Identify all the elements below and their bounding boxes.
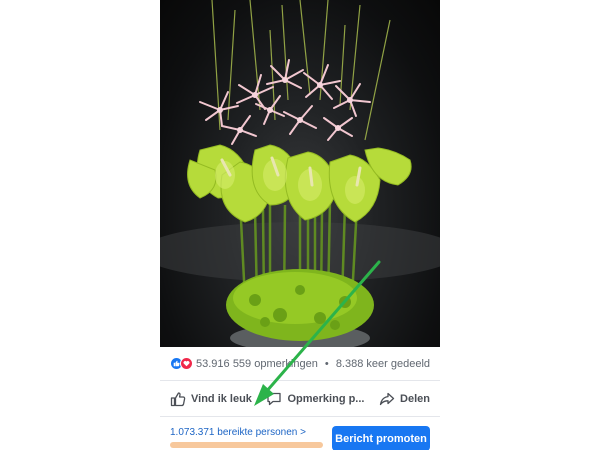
- share-arrow-icon: [379, 392, 395, 405]
- facebook-post: 53.916 559 opmerkingen • 8.388 keer gede…: [160, 0, 440, 450]
- comments-count[interactable]: 559 opmerkingen: [233, 358, 318, 370]
- reach-label: 1.073.371 bereikte personen: [170, 427, 298, 438]
- flower-arrangement-image: [160, 0, 440, 347]
- separator-dot: •: [324, 357, 329, 370]
- like-button[interactable]: Vind ik leuk: [170, 391, 252, 407]
- promote-post-button[interactable]: Bericht promoten: [332, 426, 430, 450]
- post-action-bar: Vind ik leuk Opmerking p... Delen: [160, 381, 440, 417]
- love-icon: [180, 357, 193, 370]
- share-button[interactable]: Delen: [379, 391, 430, 407]
- comment-button-label: Opmerking p...: [287, 392, 365, 405]
- post-photo-anthurium-nerine-arrangement[interactable]: [160, 0, 440, 347]
- share-button-label: Delen: [400, 392, 430, 405]
- reaction-count[interactable]: 53.916: [196, 358, 230, 370]
- post-stats-row: 53.916 559 opmerkingen • 8.388 keer gede…: [160, 347, 440, 381]
- reach-link[interactable]: 1.073.371 bereikte personen >: [170, 427, 306, 438]
- promote-row: 1.073.371 bereikte personen > Bericht pr…: [160, 417, 440, 450]
- shares-count[interactable]: 8.388 keer gedeeld: [336, 358, 430, 370]
- reach-progress-bar: [170, 442, 323, 448]
- thumbs-up-icon: [170, 391, 186, 406]
- like-button-label: Vind ik leuk: [191, 392, 252, 405]
- comment-bubble-icon: [267, 392, 282, 405]
- chevron-right-icon: >: [300, 427, 306, 438]
- comment-button[interactable]: Opmerking p...: [266, 391, 364, 407]
- reaction-icons[interactable]: [170, 357, 193, 370]
